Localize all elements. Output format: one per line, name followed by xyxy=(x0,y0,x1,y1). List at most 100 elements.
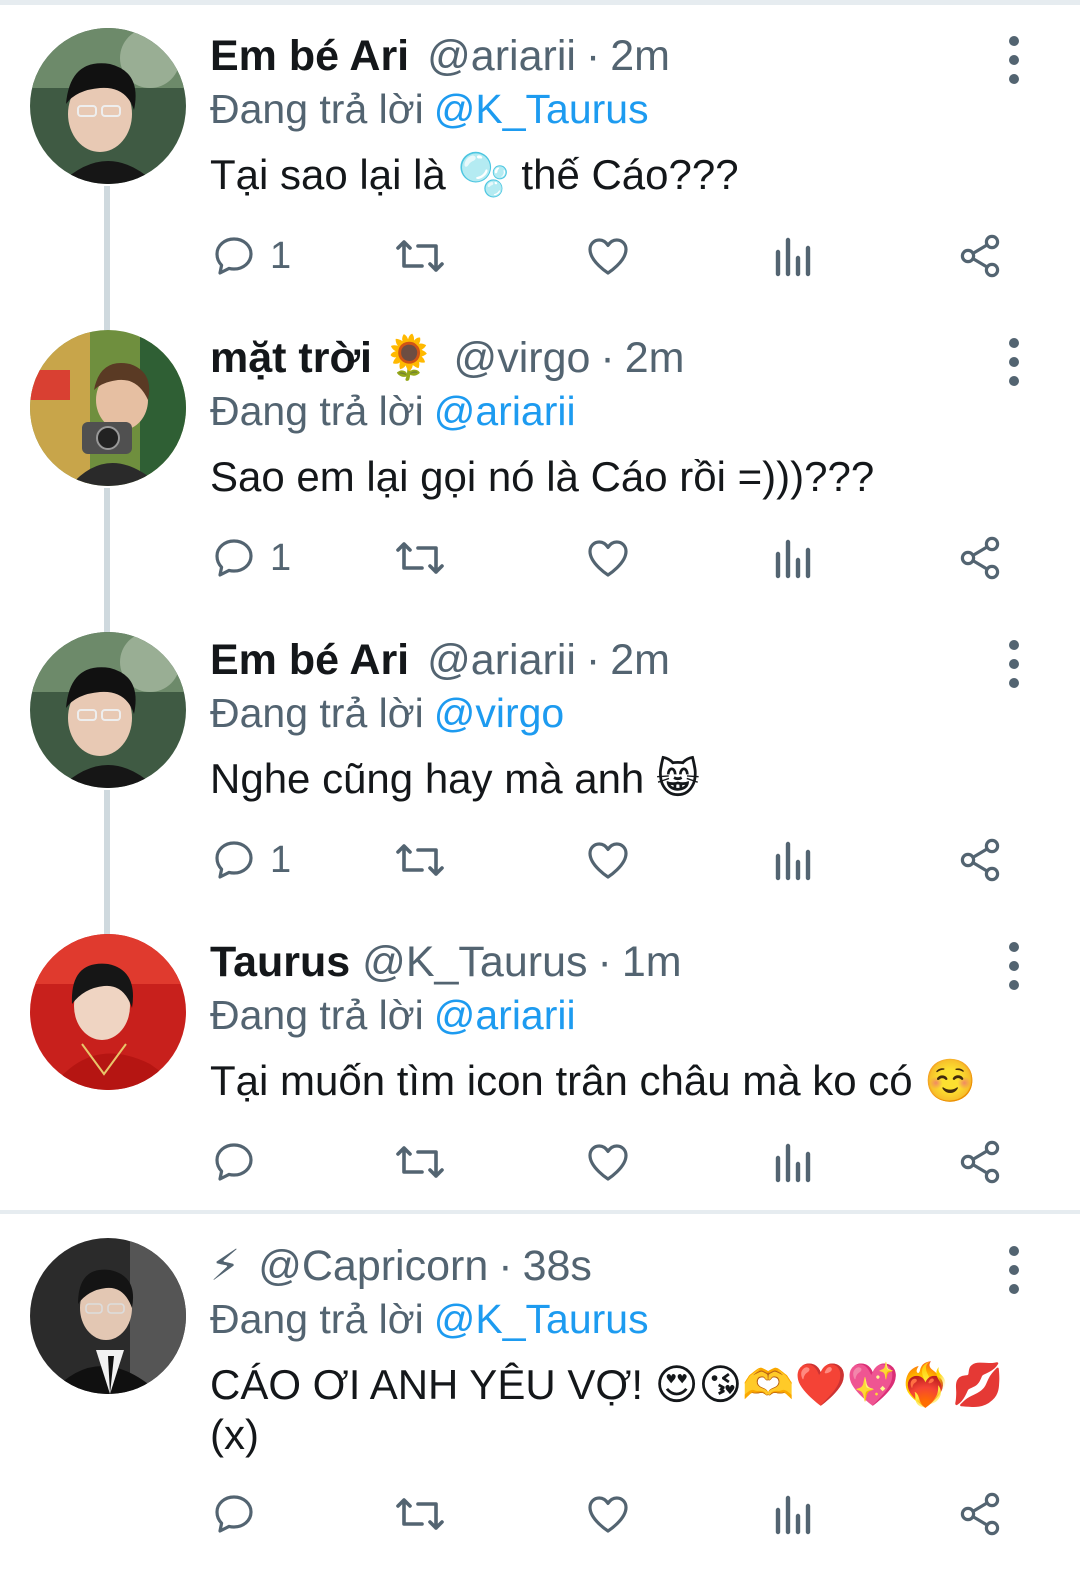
tweet-header: Em bé Ari @ariarii · 2m xyxy=(210,30,1010,82)
timestamp[interactable]: 2m xyxy=(610,32,670,80)
reply-icon xyxy=(215,539,253,577)
tweet[interactable]: Em bé Ari @ariarii · 2m Đang trả lời @virgo … xyxy=(0,604,1080,906)
reply-button[interactable] xyxy=(210,1132,270,1192)
display-name[interactable]: Em bé Ari xyxy=(210,32,409,80)
grinning-cat-emoji: 😸 xyxy=(655,754,700,803)
action-bar: 1 xyxy=(210,830,1010,890)
retweet-icon xyxy=(396,542,444,574)
analytics-button[interactable] xyxy=(772,528,816,588)
more-options-icon[interactable] xyxy=(1004,1246,1024,1306)
separator-dot: · xyxy=(498,1242,513,1290)
avatar[interactable] xyxy=(30,632,186,788)
tweet[interactable]: Taurus @K_Taurus · 1m Đang trả lời @ariarii … xyxy=(0,906,1080,1208)
separator-dot: · xyxy=(600,334,615,382)
tweet-text-line2: (x) xyxy=(210,1411,259,1458)
user-handle[interactable]: @ariarii xyxy=(427,32,576,80)
like-button[interactable] xyxy=(584,1484,632,1544)
separator-dot: · xyxy=(585,636,601,684)
reply-prefix: Đang trả lời xyxy=(210,86,424,132)
reply-icon xyxy=(215,1143,253,1181)
tweet-content: mặt trời 🌻 @virgo · 2m Đang trả lời @ariarii … xyxy=(210,332,1010,502)
heart-icon xyxy=(588,1144,628,1181)
replying-to: Đang trả lời @ariarii xyxy=(210,990,1010,1040)
like-button[interactable] xyxy=(584,830,632,890)
avatar[interactable] xyxy=(30,28,186,184)
retweet-button[interactable] xyxy=(392,1132,448,1192)
retweet-button[interactable] xyxy=(392,528,448,588)
reply-prefix: Đang trả lời xyxy=(210,690,424,736)
tweet-content: Em bé Ari @ariarii · 2m Đang trả lời @virgo … xyxy=(210,634,1010,804)
more-options-icon[interactable] xyxy=(1004,338,1024,398)
analytics-button[interactable] xyxy=(772,1484,816,1544)
reply-button[interactable]: 1 xyxy=(210,226,291,286)
more-options-icon[interactable] xyxy=(1004,640,1024,700)
reply-button[interactable]: 1 xyxy=(210,830,291,890)
reply-handle-link[interactable]: @ariarii xyxy=(434,992,576,1038)
tweet-thread: Em bé Ari @ariarii · 2m Đang trả lời @K_Taur… xyxy=(0,0,1080,1572)
share-icon xyxy=(960,1492,1000,1536)
retweet-icon xyxy=(396,240,444,272)
user-handle[interactable]: @Capricorn xyxy=(258,1242,488,1290)
reply-handle-link[interactable]: @ariarii xyxy=(434,388,576,434)
like-button[interactable] xyxy=(584,226,632,286)
analytics-button[interactable] xyxy=(772,1132,816,1192)
display-name[interactable]: mặt trời xyxy=(210,334,372,382)
more-options-icon[interactable] xyxy=(1004,942,1024,1002)
timestamp[interactable]: 2m xyxy=(610,636,670,684)
tweet-text-part: Tại muốn tìm icon trân châu mà ko có xyxy=(210,1057,925,1104)
reply-handle-link[interactable]: @K_Taurus xyxy=(434,86,649,132)
reply-handle-link[interactable]: @virgo xyxy=(434,690,565,736)
tweet-header: Taurus @K_Taurus · 1m xyxy=(210,936,1010,988)
like-button[interactable] xyxy=(584,528,632,588)
separator-dot: · xyxy=(585,32,601,80)
tweet-text-part: Sao em lại gọi nó là Cáo rồi =)))??? xyxy=(210,453,875,500)
share-button[interactable] xyxy=(956,528,1004,588)
tweet[interactable]: Em bé Ari @ariarii · 2m Đang trả lời @K_Taur… xyxy=(0,0,1080,302)
avatar[interactable] xyxy=(30,934,186,1090)
reply-button[interactable]: 1 xyxy=(210,528,291,588)
retweet-button[interactable] xyxy=(392,226,448,286)
like-button[interactable] xyxy=(584,1132,632,1192)
tweet-text-part: Nghe cũng hay mà anh xyxy=(210,755,656,802)
timestamp[interactable]: 2m xyxy=(625,334,685,382)
sunflower-emoji: 🌻 xyxy=(382,333,436,383)
share-button[interactable] xyxy=(956,830,1004,890)
retweet-button[interactable] xyxy=(392,830,448,890)
tweet[interactable]: mặt trời 🌻 @virgo · 2m Đang trả lời @ariarii … xyxy=(0,302,1080,604)
love-emojis: 😍😘🫶❤️💖❤️‍🔥💋 xyxy=(654,1360,1004,1409)
tweet-text: Tại sao lại là 🫧 thế Cáo??? xyxy=(210,150,1010,200)
reply-handle-link[interactable]: @K_Taurus xyxy=(434,1296,649,1342)
analytics-icon xyxy=(775,1143,811,1183)
analytics-icon xyxy=(775,841,811,881)
avatar[interactable] xyxy=(30,330,186,486)
tweet[interactable]: ⚡ @Capricorn · 38s Đang trả lời @K_Taurus CÁ… xyxy=(0,1210,1080,1572)
heart-icon xyxy=(588,540,628,577)
user-handle[interactable]: @ariarii xyxy=(427,636,576,684)
tweet-header: ⚡ @Capricorn · 38s xyxy=(210,1240,1010,1292)
display-name[interactable]: Taurus xyxy=(210,938,350,986)
timestamp[interactable]: 38s xyxy=(523,1242,592,1290)
retweet-icon xyxy=(396,1498,444,1530)
reply-icon xyxy=(215,237,253,275)
action-bar: 1 xyxy=(210,528,1010,588)
share-button[interactable] xyxy=(956,1484,1004,1544)
tweet-text: CÁO ƠI ANH YÊU VỢ! 😍😘🫶❤️💖❤️‍🔥💋 (x) xyxy=(210,1360,1010,1460)
retweet-button[interactable] xyxy=(392,1484,448,1544)
tweet-header: mặt trời 🌻 @virgo · 2m xyxy=(210,332,1010,384)
user-handle[interactable]: @virgo xyxy=(454,334,591,382)
display-name[interactable]: Em bé Ari xyxy=(210,636,409,684)
tweet-content: Taurus @K_Taurus · 1m Đang trả lời @ariarii … xyxy=(210,936,1010,1106)
user-handle[interactable]: @K_Taurus xyxy=(362,938,587,986)
more-options-icon[interactable] xyxy=(1004,36,1024,96)
reply-button[interactable] xyxy=(210,1484,270,1544)
analytics-button[interactable] xyxy=(772,226,816,286)
reply-prefix: Đang trả lời xyxy=(210,992,424,1038)
share-button[interactable] xyxy=(956,226,1004,286)
action-bar: 1 xyxy=(210,226,1010,286)
analytics-button[interactable] xyxy=(772,830,816,890)
tweet-text: Sao em lại gọi nó là Cáo rồi =)))??? xyxy=(210,452,1010,502)
share-button[interactable] xyxy=(956,1132,1004,1192)
avatar[interactable] xyxy=(30,1238,186,1394)
timestamp[interactable]: 1m xyxy=(622,938,682,986)
reply-count: 1 xyxy=(270,838,292,881)
